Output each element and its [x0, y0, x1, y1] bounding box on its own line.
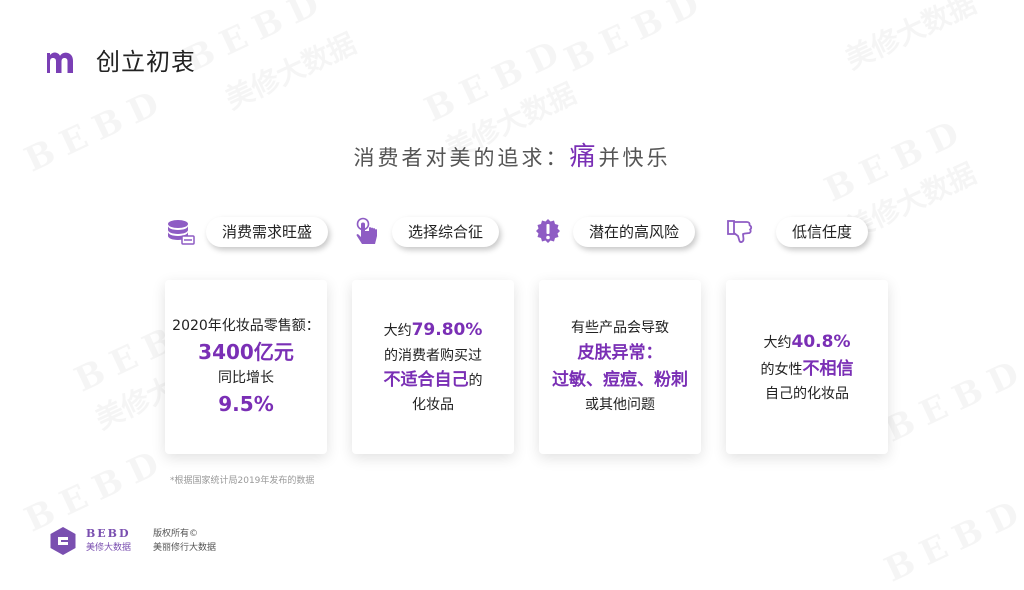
- tag-label: 潜在的高风险: [573, 217, 696, 247]
- watermark-en: BEBD: [419, 30, 574, 131]
- copyright-text: 版权所有©: [153, 529, 199, 539]
- card-text: 自己的化妆品: [765, 385, 849, 402]
- card-line: 大约79.80%: [384, 317, 483, 344]
- watermark-cn: 美修大数据: [838, 0, 982, 78]
- card-line: 大约40.8%: [764, 329, 851, 356]
- card-text: 大约: [763, 334, 792, 351]
- card-risk: 有些产品会导致 皮肤异常： 过敏、痘痘、粉刺 或其他问题: [539, 280, 701, 454]
- card-value: 40.8%: [791, 331, 851, 352]
- card-choice: 大约79.80% 的消费者购买过 不适合自己的 化妆品: [352, 280, 514, 454]
- card-line: 的女性不相信: [761, 356, 854, 383]
- tag-label: 选择综合征: [392, 217, 500, 247]
- footer-brand-cn: 美修大数据: [86, 543, 132, 553]
- footer-brand-en: BEBD: [86, 527, 131, 540]
- footer-brand: BEBD 美修大数据: [86, 527, 131, 555]
- subtitle-highlight: 痛: [569, 142, 599, 172]
- card-line: 不适合自己的: [384, 367, 483, 394]
- watermark-en: BEBD: [879, 350, 1024, 451]
- footer-copyright: 版权所有© 美丽修行大数据: [153, 527, 216, 555]
- warning-icon: [536, 219, 560, 243]
- card-text: 或其他问题: [585, 397, 655, 414]
- card-text: 化妆品: [412, 397, 454, 414]
- card-value: 3400亿元: [198, 340, 294, 364]
- watermark-en: BEBD: [879, 490, 1024, 590]
- card-text: 2020年化妆品零售额：: [172, 317, 320, 334]
- watermark-en: BEBD: [179, 0, 334, 80]
- tag-label: 消费需求旺盛: [206, 217, 329, 247]
- brand-hexagon-icon: [50, 527, 76, 555]
- thumbs-down-icon: [727, 220, 753, 243]
- tag-trust: 低信任度: [726, 217, 869, 247]
- pointer-hand-icon: [356, 217, 377, 244]
- card-trust: 大约40.8% 的女性不相信 自己的化妆品: [726, 280, 888, 454]
- card-text: 有些产品会导致: [571, 320, 669, 337]
- brand-m-icon: [47, 52, 73, 73]
- watermark-cn: 美修大数据: [218, 22, 362, 117]
- database-icon: [168, 220, 195, 245]
- tag-choice: 选择综合征: [352, 217, 500, 247]
- card-text: 的女性: [760, 361, 803, 378]
- page-title: 创立初衷: [96, 48, 196, 76]
- page-header: 创立初衷: [44, 42, 196, 77]
- card-market: 2020年化妆品零售额： 3400亿元 同比增长 9.5%: [165, 280, 327, 454]
- card-emphasis: 皮肤异常：: [577, 342, 663, 363]
- card-value: 79.80%: [411, 320, 483, 341]
- watermark-en: BEBD: [559, 0, 714, 80]
- card-emphasis: 不适合自己: [383, 370, 469, 390]
- card-text: 同比增长: [218, 370, 274, 386]
- subtitle-suffix: 并快乐: [598, 146, 671, 170]
- tag-demand: 消费需求旺盛: [166, 217, 329, 247]
- footnote: *根据国家统计局2019年发布的数据: [170, 476, 315, 486]
- card-text: 大约: [383, 323, 412, 340]
- subtitle-prefix: 消费者对美的追求：: [353, 146, 570, 170]
- footer: BEBD 美修大数据 版权所有© 美丽修行大数据: [48, 526, 216, 556]
- card-text: 的: [468, 373, 483, 389]
- card-value: 9.5%: [218, 392, 274, 417]
- card-emphasis: 过敏、痘痘、粉刺: [552, 370, 688, 390]
- subtitle: 消费者对美的追求：痛并快乐: [0, 136, 1024, 173]
- tag-risk: 潜在的高风险: [533, 217, 696, 247]
- company-name: 美丽修行大数据: [153, 543, 217, 553]
- card-text: 的消费者购买过: [384, 347, 482, 364]
- card-emphasis: 不相信: [802, 358, 854, 379]
- tag-label: 低信任度: [776, 217, 869, 247]
